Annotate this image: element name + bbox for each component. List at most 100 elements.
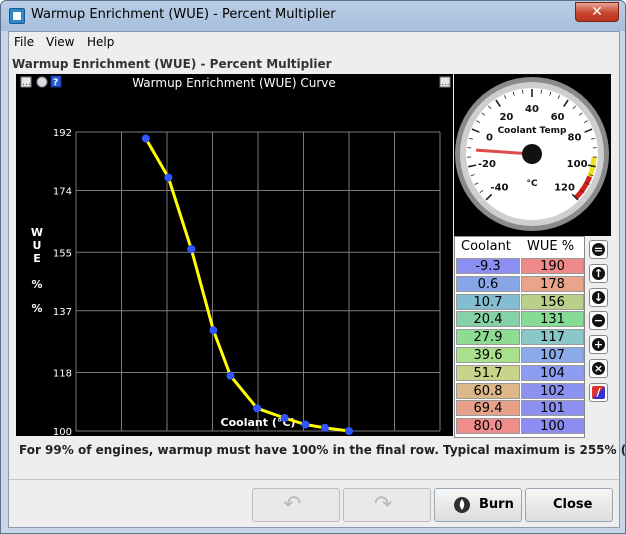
- y-tick-label: 100: [53, 427, 72, 436]
- gauge-unit: °C: [526, 179, 538, 189]
- increase-tool[interactable]: ↑: [589, 264, 608, 283]
- chart-menu-dots: ...: [22, 78, 31, 88]
- menu-help[interactable]: Help: [87, 35, 114, 49]
- gauge-tick-label: -40: [490, 183, 508, 194]
- wue-curve-point[interactable]: [253, 404, 262, 413]
- gauge-tick-label: 60: [551, 112, 565, 123]
- multiply-icon: ×: [592, 362, 605, 375]
- dialog-body: File View Help Warmup Enrichment (WUE) -…: [8, 31, 625, 528]
- decrease-tool[interactable]: ↓: [589, 288, 608, 307]
- chart-canvas: ... ? ... Warmup Enrichment (WUE) Curve-…: [20, 75, 451, 436]
- close-icon: ✕: [591, 4, 603, 20]
- table-cell-coolant[interactable]: 69.4: [456, 400, 520, 417]
- y-axis-label: W: [31, 226, 43, 239]
- table-cell-wue[interactable]: 131: [521, 311, 584, 328]
- close-label: Close: [553, 497, 593, 512]
- app-icon: [9, 8, 25, 24]
- coolant-temp-gauge: -40 -20 0 20 40 60 80 100 120 Coolant Temp °C: [454, 74, 611, 236]
- undo-icon: ↶: [283, 492, 302, 517]
- burn-label: Burn: [479, 497, 514, 512]
- add-tool[interactable]: +: [589, 335, 608, 354]
- button-bar: ↶ ↷ Burn Close: [9, 479, 619, 527]
- gauge-tick-label: 100: [567, 159, 588, 170]
- gauge-label: Coolant Temp: [498, 126, 567, 136]
- panel-title: Warmup Enrichment (WUE) - Percent Multip…: [12, 57, 332, 71]
- arrow-up-icon: ↑: [592, 267, 605, 280]
- table-cell-coolant[interactable]: 20.4: [456, 311, 520, 328]
- subtract-tool[interactable]: −: [589, 311, 608, 330]
- menu-file[interactable]: File: [14, 35, 34, 49]
- y-axis-label: %: [31, 278, 42, 291]
- wue-curve-line: [144, 137, 350, 433]
- table-cell-coolant[interactable]: 39.6: [456, 347, 520, 363]
- y-axis-label: %: [31, 302, 42, 315]
- chart-options-dots: ...: [441, 78, 450, 88]
- gauge-tick-label: 20: [499, 112, 513, 123]
- wue-curve-chart: ... ? ... Warmup Enrichment (WUE) Curve-…: [16, 74, 453, 436]
- undo-button[interactable]: ↶: [252, 488, 340, 522]
- multiply-tool[interactable]: ×: [589, 359, 608, 378]
- gauge-tick-label: 40: [525, 104, 539, 115]
- table-cell-wue[interactable]: 101: [521, 400, 584, 417]
- plus-icon: +: [592, 338, 605, 351]
- burn-icon: [454, 497, 470, 513]
- wue-curve-point[interactable]: [187, 245, 196, 253]
- table-cell-coolant[interactable]: 60.8: [456, 382, 520, 399]
- table-cell-wue[interactable]: 104: [521, 364, 584, 381]
- y-tick-label: 174: [53, 187, 72, 198]
- wue-curve-point[interactable]: [209, 326, 218, 335]
- wue-table: Coolant WUE % -9.3 190 0.6 178 10.7 156 20.4 13…: [454, 236, 585, 438]
- y-tick-label: 118: [53, 369, 72, 380]
- table-cell-coolant[interactable]: 0.6: [456, 275, 520, 292]
- table-cell-wue[interactable]: 190: [521, 258, 584, 274]
- y-axis-label: U: [33, 239, 42, 252]
- menu-bar: File View Help: [9, 32, 619, 54]
- chart-title: Warmup Enrichment (WUE) Curve: [132, 76, 336, 90]
- interpolate-tool[interactable]: /: [589, 383, 608, 402]
- table-cell-wue[interactable]: 100: [521, 418, 584, 435]
- table-cell-coolant[interactable]: 27.9: [456, 329, 520, 346]
- wue-curve-point[interactable]: [301, 420, 310, 429]
- table-cell-coolant[interactable]: 51.7: [456, 364, 520, 381]
- title-bar[interactable]: Warmup Enrichment (WUE) - Percent Multip…: [1, 1, 625, 31]
- table-cell-wue[interactable]: 107: [521, 347, 584, 363]
- table-header-coolant: Coolant: [461, 239, 511, 254]
- table-tools: = ↑ ↓ − + × /: [585, 236, 611, 438]
- table-cell-coolant[interactable]: 10.7: [456, 293, 520, 310]
- table-cell-wue[interactable]: 102: [521, 382, 584, 399]
- wue-curve-point[interactable]: [345, 427, 353, 435]
- table-cell-wue[interactable]: 178: [521, 275, 584, 292]
- wue-curve-point[interactable]: [141, 134, 150, 143]
- wue-curve-point[interactable]: [226, 371, 235, 380]
- y-axis-label: E: [33, 252, 41, 265]
- minus-icon: −: [592, 314, 605, 327]
- gauge-tick-label: 0: [486, 132, 493, 143]
- table-cell-wue[interactable]: 117: [521, 329, 584, 346]
- window-close-button[interactable]: ✕: [575, 2, 619, 22]
- gauge-hub: [522, 144, 542, 164]
- wue-curve-point[interactable]: [280, 414, 289, 422]
- table-cell-coolant[interactable]: -9.3: [456, 258, 520, 274]
- chart-cursor-icon[interactable]: [36, 76, 48, 88]
- footnote-text: For 99% of engines, warmup must have 100…: [19, 443, 626, 457]
- menu-view[interactable]: View: [46, 35, 74, 49]
- wue-curve-point[interactable]: [320, 423, 329, 432]
- burn-button[interactable]: Burn: [434, 488, 522, 522]
- gauge-tick-label: 80: [568, 132, 582, 143]
- gauge-tick-label: 120: [554, 183, 575, 194]
- redo-button[interactable]: ↷: [343, 488, 431, 522]
- y-tick-label: 155: [53, 248, 72, 259]
- close-button[interactable]: Close: [525, 488, 613, 522]
- redo-icon: ↷: [374, 492, 393, 517]
- table-cell-coolant[interactable]: 80.0: [456, 418, 520, 435]
- y-tick-label: 137: [53, 307, 72, 318]
- wue-curve-point[interactable]: [164, 173, 173, 182]
- table-header-wue: WUE %: [527, 239, 575, 254]
- chart-help-glyph: ?: [53, 78, 58, 88]
- set-equal-tool[interactable]: =: [589, 240, 608, 259]
- equal-icon: =: [592, 243, 605, 256]
- table-cell-wue[interactable]: 156: [521, 293, 584, 310]
- arrow-down-icon: ↓: [592, 291, 605, 304]
- window-title: Warmup Enrichment (WUE) - Percent Multip…: [31, 7, 336, 22]
- gauge-canvas: -40 -20 0 20 40 6080 100 120 Coolant Temp °C: [455, 77, 609, 231]
